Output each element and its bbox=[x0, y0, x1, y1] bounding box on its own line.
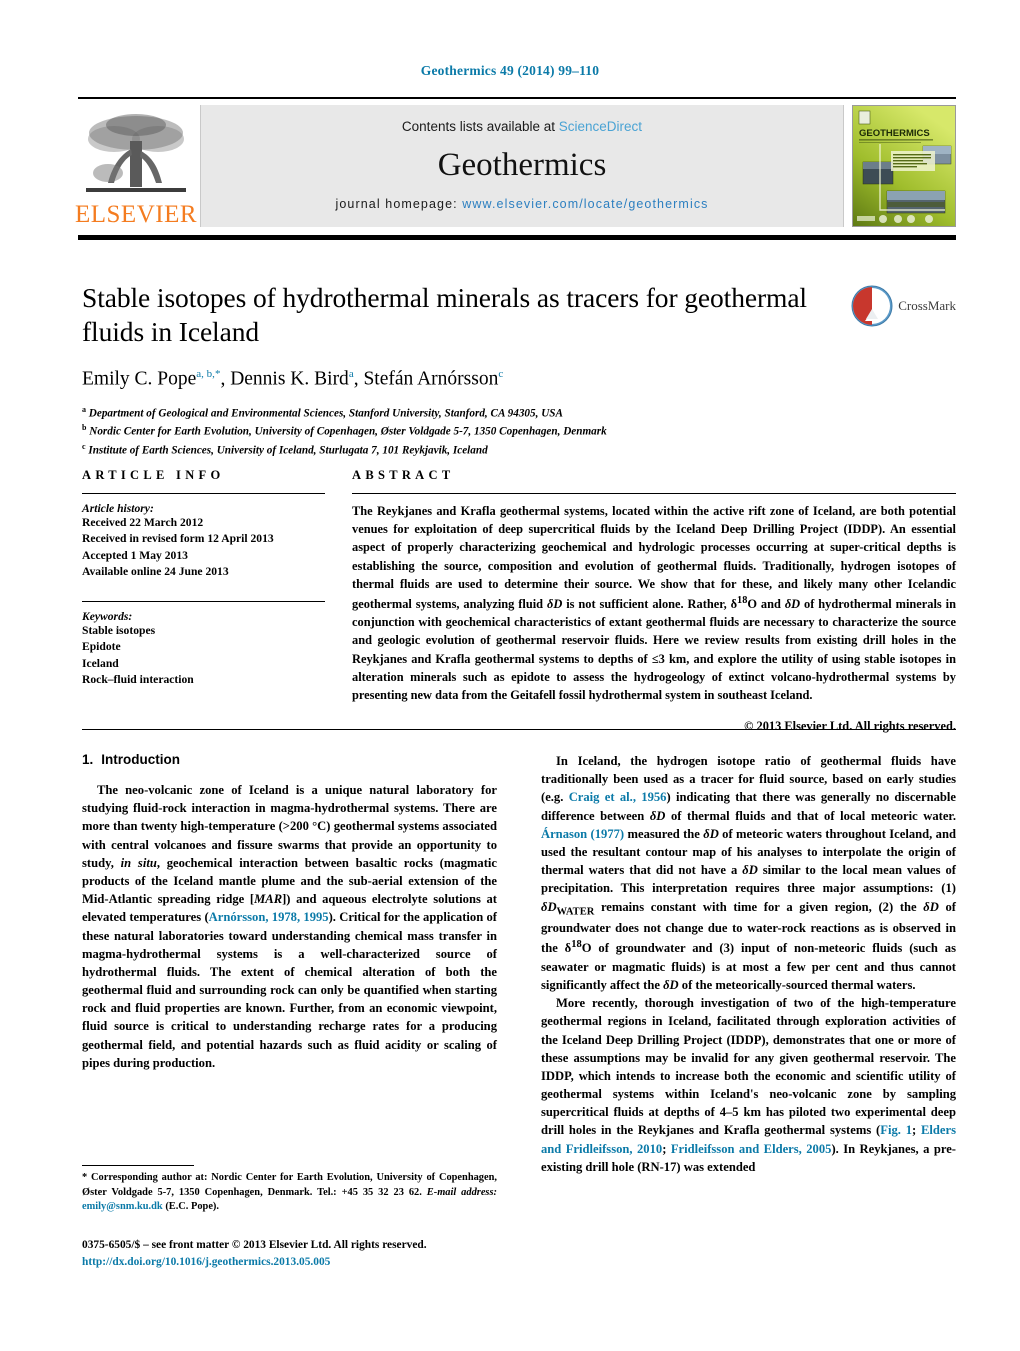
journal-homepage-line: journal homepage: www.elsevier.com/locat… bbox=[335, 197, 708, 211]
body-columns: 1. Introduction The neo-volcanic zone of … bbox=[82, 752, 956, 1176]
article-history-list: Received 22 March 2012 Received in revis… bbox=[82, 515, 325, 581]
article-info-rule bbox=[82, 493, 325, 494]
keywords-list: Stable isotopes Epidote Iceland Rock–flu… bbox=[82, 623, 325, 689]
abstract-column: ABSTRACT The Reykjanes and Krafla geothe… bbox=[352, 468, 956, 734]
affiliation-b: b Nordic Center for Earth Evolution, Uni… bbox=[82, 423, 607, 438]
title-block: Stable isotopes of hydrothermal minerals… bbox=[82, 281, 956, 460]
info-block-bottom-rule bbox=[82, 729, 956, 730]
affiliation-c-text: Institute of Earth Sciences, University … bbox=[88, 444, 488, 457]
email-suffix: (E.C. Pope). bbox=[165, 1201, 219, 1213]
article-info-heading: ARTICLE INFO bbox=[82, 468, 225, 482]
svg-text:GEOTHERMICS: GEOTHERMICS bbox=[859, 128, 930, 139]
article-info-column: ARTICLE INFO Article history: Received 2… bbox=[82, 468, 325, 734]
cover-artwork: GEOTHERMICS bbox=[853, 106, 955, 226]
section-number: 1. bbox=[82, 752, 94, 767]
citation-link[interactable]: Fridleifsson and Elders, 2005 bbox=[671, 1142, 832, 1156]
keywords-rule bbox=[82, 600, 325, 602]
body-left-column: 1. Introduction The neo-volcanic zone of … bbox=[82, 752, 497, 1176]
section-title: Introduction bbox=[101, 752, 180, 767]
crossmark-icon bbox=[851, 285, 893, 327]
page-title: Stable isotopes of hydrothermal minerals… bbox=[82, 282, 807, 347]
keyword-item: Rock–fluid interaction bbox=[82, 673, 194, 687]
history-item: Accepted 1 May 2013 bbox=[82, 548, 188, 562]
paragraph-right-2: More recently, thorough investigation of… bbox=[541, 996, 956, 1174]
affiliation-c: c Institute of Earth Sciences, Universit… bbox=[82, 441, 488, 457]
email-label: E-mail address: bbox=[426, 1186, 497, 1198]
keyword-item: Iceland bbox=[82, 656, 119, 670]
column-gap bbox=[325, 468, 352, 734]
abstract-text: The Reykjanes and Krafla geothermal syst… bbox=[352, 504, 956, 702]
masthead-top-rule bbox=[78, 97, 956, 99]
citation-link[interactable]: Fig. 1 bbox=[880, 1123, 912, 1137]
affiliation-a-text: Department of Geological and Environment… bbox=[88, 407, 563, 420]
abstract-rule bbox=[352, 493, 956, 494]
history-item: Received in revised form 12 April 2013 bbox=[82, 532, 274, 546]
affiliation-list: a Department of Geological and Environme… bbox=[82, 404, 956, 460]
paragraph-left-1: The neo-volcanic zone of Iceland is a un… bbox=[82, 783, 497, 1070]
crossmark-label: CrossMark bbox=[898, 298, 956, 313]
contents-lists-line: Contents lists available at ScienceDirec… bbox=[402, 119, 642, 134]
citation-link[interactable]: Craig et al., 1956 bbox=[569, 790, 667, 804]
imprint-block: 0375-6505/$ – see front matter © 2013 El… bbox=[82, 1237, 582, 1270]
keywords-label: Keywords: bbox=[82, 609, 133, 623]
crossmark-badge[interactable]: CrossMark bbox=[851, 285, 956, 327]
keyword-item: Epidote bbox=[82, 640, 121, 654]
issn-front-matter: 0375-6505/$ – see front matter © 2013 El… bbox=[82, 1239, 427, 1251]
doi-link[interactable]: http://dx.doi.org/10.1016/j.geothermics.… bbox=[82, 1254, 582, 1271]
sciencedirect-link[interactable]: ScienceDirect bbox=[559, 119, 642, 134]
elsevier-wordmark: ELSEVIER bbox=[74, 201, 198, 228]
citation-link[interactable]: Árnason (1977) bbox=[541, 827, 624, 841]
section-heading-introduction: 1. Introduction bbox=[82, 752, 497, 767]
info-abstract-block: ARTICLE INFO Article history: Received 2… bbox=[82, 468, 956, 734]
paragraph-right-1: In Iceland, the hydrogen isotope ratio o… bbox=[541, 754, 956, 992]
corresponding-author-footnote: * Corresponding author at: Nordic Center… bbox=[82, 1165, 497, 1215]
keyword-item: Stable isotopes bbox=[82, 623, 156, 637]
email-link[interactable]: emily@snm.ku.dk bbox=[82, 1201, 163, 1212]
affiliation-b-text: Nordic Center for Earth Evolution, Unive… bbox=[89, 425, 607, 438]
homepage-url[interactable]: www.elsevier.com/locate/geothermics bbox=[462, 197, 708, 211]
running-head: Geothermics 49 (2014) 99–110 bbox=[420, 63, 600, 78]
homepage-prefix: journal homepage: bbox=[335, 197, 458, 211]
body-column-gap bbox=[497, 752, 541, 1176]
citation-link[interactable]: Arnórsson, 1978, 1995 bbox=[209, 910, 329, 924]
footnote-text: * Corresponding author at: Nordic Center… bbox=[82, 1171, 497, 1215]
history-item: Received 22 March 2012 bbox=[82, 516, 204, 529]
contents-prefix: Contents lists available at bbox=[401, 119, 556, 134]
masthead-bottom-rule bbox=[78, 235, 956, 240]
paper-page: Geothermics 49 (2014) 99–110 ELSEVIER Co… bbox=[0, 0, 1020, 1351]
author-list: Emily C. Popea, b,*, Dennis K. Birda, St… bbox=[82, 368, 504, 390]
affiliation-a: a Department of Geological and Environme… bbox=[82, 404, 563, 420]
journal-band: Contents lists available at ScienceDirec… bbox=[200, 105, 844, 227]
journal-masthead: ELSEVIER Contents lists available at Sci… bbox=[74, 97, 956, 240]
footnote-rule bbox=[82, 1165, 194, 1166]
abstract-copyright: © 2013 Elsevier Ltd. All rights reserved… bbox=[744, 719, 956, 734]
article-history-label: Article history: bbox=[82, 502, 154, 515]
abstract-heading: ABSTRACT bbox=[352, 468, 455, 482]
journal-cover-thumbnail: GEOTHERMICS bbox=[852, 105, 956, 227]
footnote-marker: * bbox=[82, 1172, 88, 1183]
elsevier-logo: ELSEVIER bbox=[74, 105, 200, 228]
history-item: Available online 24 June 2013 bbox=[82, 565, 229, 579]
elsevier-tree-icon bbox=[86, 114, 186, 192]
journal-title: Geothermics bbox=[437, 147, 607, 183]
body-right-column: In Iceland, the hydrogen isotope ratio o… bbox=[541, 752, 956, 1176]
